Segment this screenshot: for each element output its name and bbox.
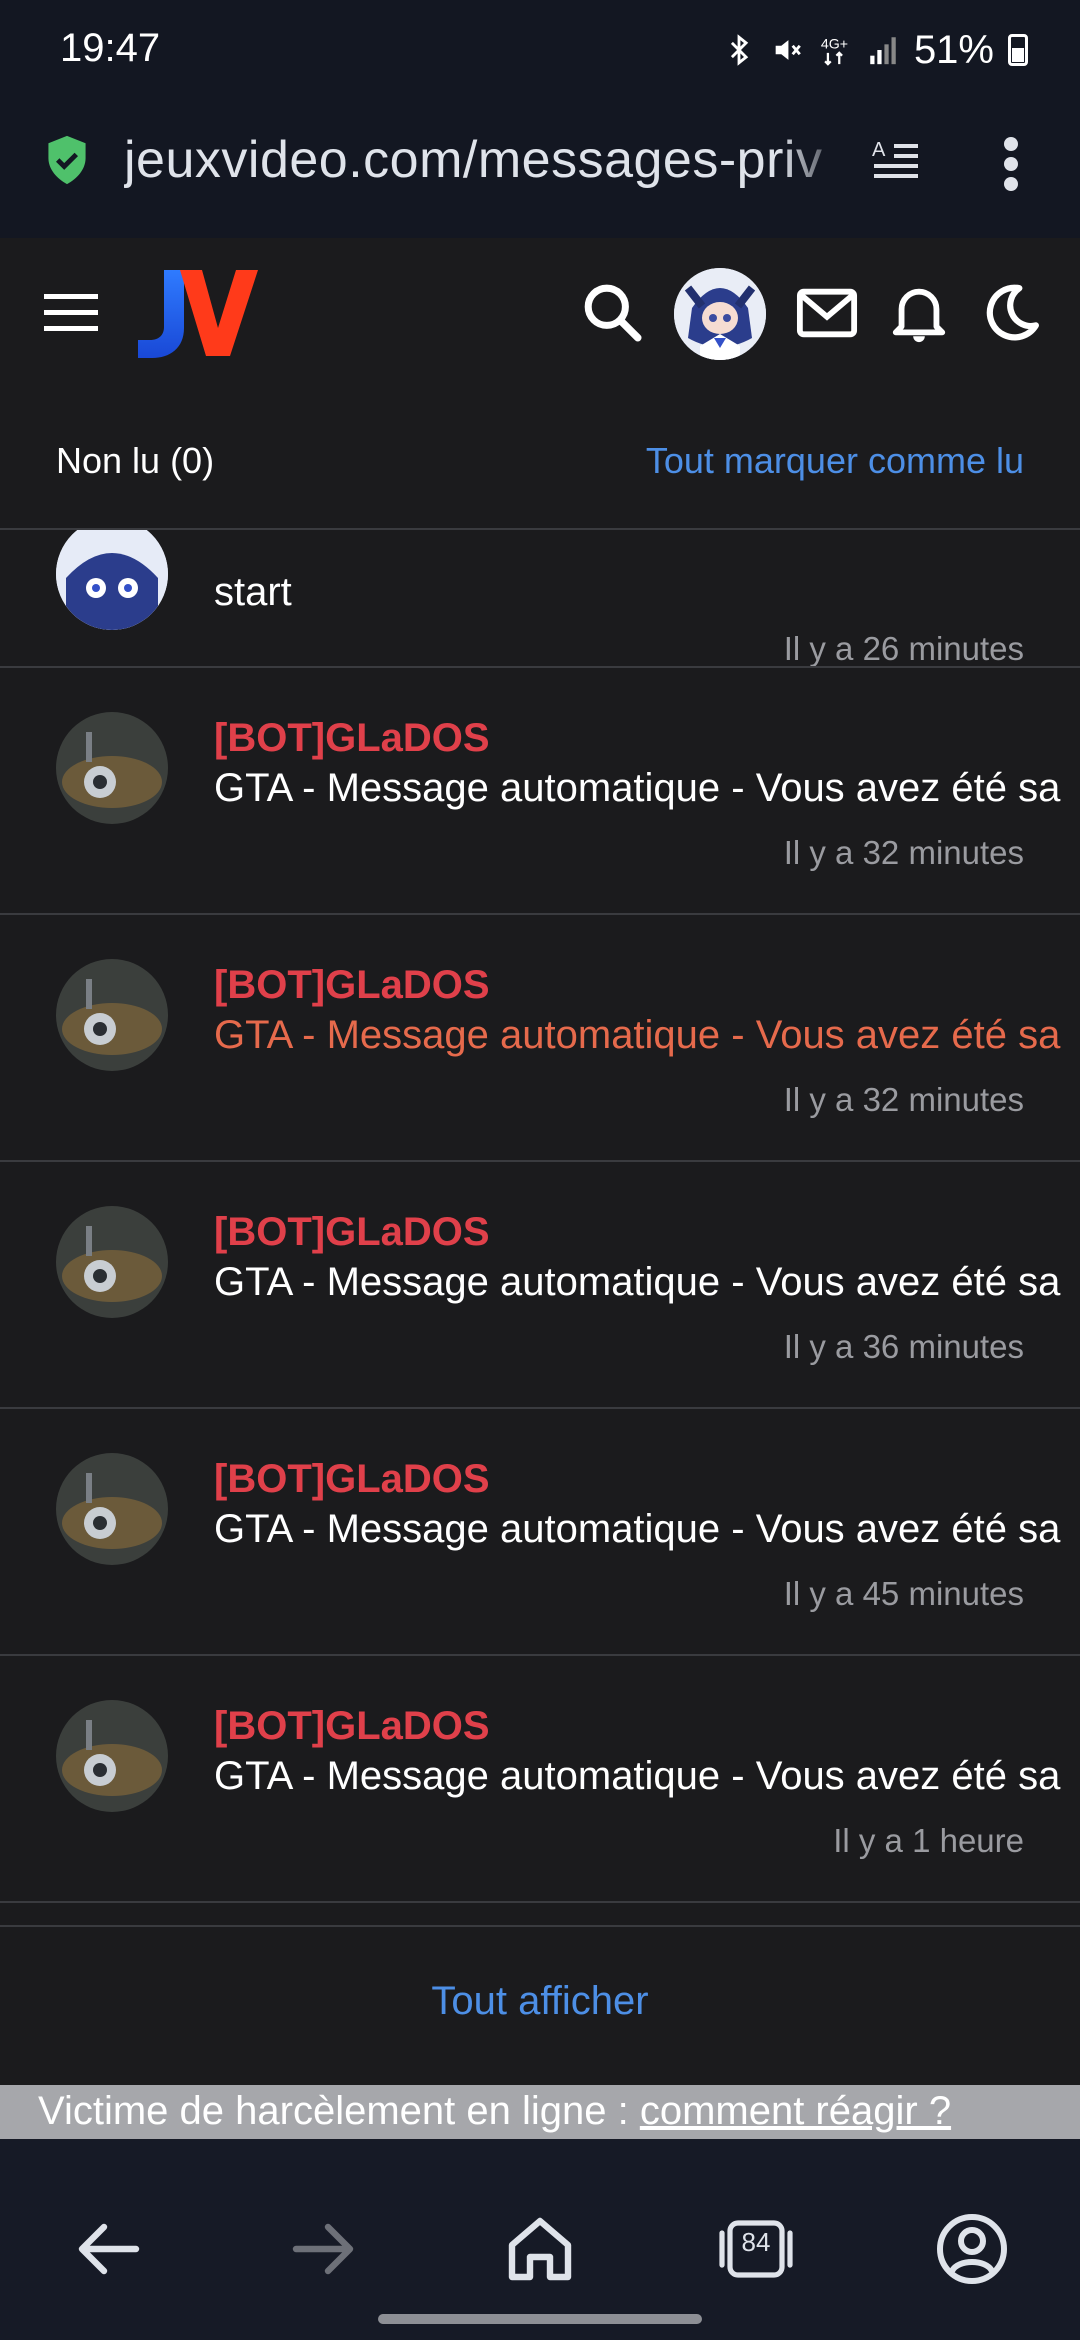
message-item[interactable]: [BOT]GLaDOS GTA - Message automatique - … (0, 668, 1080, 915)
bluetooth-icon (730, 34, 749, 66)
dark-mode-moon-icon[interactable] (978, 282, 1040, 344)
message-avatar (56, 959, 168, 1071)
browser-menu-icon[interactable] (996, 134, 1026, 194)
message-time: Il y a 36 minutes (783, 1328, 1024, 1365)
banner-link[interactable]: comment réagir ? (640, 2089, 951, 2133)
url-fade (780, 130, 850, 200)
banner-text: Victime de harcèlement en ligne : commen… (38, 2089, 951, 2134)
message-subject: GTA - Message automatique - Vous avez ét… (214, 766, 1061, 810)
mute-icon (775, 40, 801, 60)
message-time: Il y a 45 minutes (783, 1575, 1024, 1612)
status-bar: 19:47 4G+ 51% (0, 0, 1080, 100)
network-4g-icon: 4G+ (821, 37, 848, 66)
message-subject: GTA - Message automatique - Vous avez ét… (214, 1013, 1061, 1057)
user-avatar[interactable] (674, 268, 766, 360)
message-sender: [BOT]GLaDOS (214, 716, 490, 760)
unread-filter[interactable]: Non lu (0) (56, 440, 214, 482)
browser-url-bar: jeuxvideo.com/messages-priv A (0, 100, 1080, 238)
svg-text:4G+: 4G+ (821, 37, 848, 53)
battery-percent: 51% (913, 27, 994, 72)
status-icons: 4G+ 51% (722, 26, 1028, 74)
svg-text:A: A (872, 139, 886, 161)
profile-icon[interactable] (932, 2209, 1012, 2289)
notification-bell-icon[interactable] (888, 282, 950, 344)
message-item[interactable]: start Il y a 26 minutes (0, 530, 1080, 668)
site-header (0, 238, 1080, 388)
message-sender: [BOT]GLaDOS (214, 1457, 490, 1501)
search-icon[interactable] (582, 282, 644, 344)
message-avatar (56, 1206, 168, 1318)
message-sender: [BOT]GLaDOS (214, 1210, 490, 1254)
message-time: Il y a 32 minutes (783, 834, 1024, 871)
message-list: start Il y a 26 minutes [BOT]GLaDOS GTA … (0, 530, 1080, 1925)
banner-label: Victime de harcèlement en ligne : (38, 2089, 640, 2133)
user-avatar-image (674, 268, 766, 360)
message-sender: [BOT]GLaDOS (214, 963, 490, 1007)
message-subject: GTA - Message automatique - Vous avez ét… (214, 1754, 1061, 1798)
gesture-handle[interactable] (378, 2314, 702, 2324)
status-time: 19:47 (60, 26, 161, 70)
message-item[interactable]: [BOT]GLaDOS GTA - Message automatique - … (0, 1656, 1080, 1903)
hamburger-menu-icon[interactable] (44, 292, 98, 332)
message-item[interactable]: [BOT]GLaDOS GTA - Message automatique - … (0, 1162, 1080, 1409)
message-filter-row: Non lu (0) Tout marquer comme lu (0, 388, 1080, 530)
url-text[interactable]: jeuxvideo.com/messages-priv (124, 130, 844, 190)
forward-arrow-icon[interactable] (284, 2209, 364, 2289)
message-time: Il y a 32 minutes (783, 1081, 1024, 1118)
mail-icon[interactable] (796, 282, 858, 344)
signal-icon (870, 37, 896, 65)
message-item[interactable]: [BOT]GLaDOS GTA - Message automatique - … (0, 1409, 1080, 1656)
battery-icon (1008, 34, 1028, 66)
show-all-link[interactable]: Tout afficher (0, 1979, 1080, 2024)
show-all-section: Tout afficher (0, 1925, 1080, 2085)
message-time: Il y a 1 heure (833, 1822, 1024, 1859)
tabs-button[interactable]: 84 (716, 2209, 796, 2289)
secure-shield-icon[interactable] (44, 134, 90, 186)
tab-count: 84 (741, 2227, 771, 2257)
jv-logo[interactable] (134, 268, 258, 358)
message-avatar (56, 712, 168, 824)
mark-all-read-link[interactable]: Tout marquer comme lu (646, 440, 1024, 482)
message-time: Il y a 26 minutes (783, 630, 1024, 667)
message-avatar (56, 1453, 168, 1565)
home-icon[interactable] (500, 2209, 580, 2289)
back-arrow-icon[interactable] (68, 2209, 148, 2289)
message-avatar (56, 1700, 168, 1812)
message-sender: [BOT]GLaDOS (214, 1704, 490, 1748)
message-avatar (56, 530, 168, 630)
message-subject: GTA - Message automatique - Vous avez ét… (214, 1260, 1061, 1304)
browser-navigation-bar: 84 (0, 2139, 1080, 2340)
harassment-banner: Victime de harcèlement en ligne : commen… (0, 2085, 1080, 2139)
message-subject: start (214, 570, 292, 614)
message-item[interactable]: [BOT]GLaDOS GTA - Message automatique - … (0, 915, 1080, 1162)
message-subject: GTA - Message automatique - Vous avez ét… (214, 1507, 1061, 1551)
reader-mode-icon[interactable]: A (870, 134, 922, 186)
